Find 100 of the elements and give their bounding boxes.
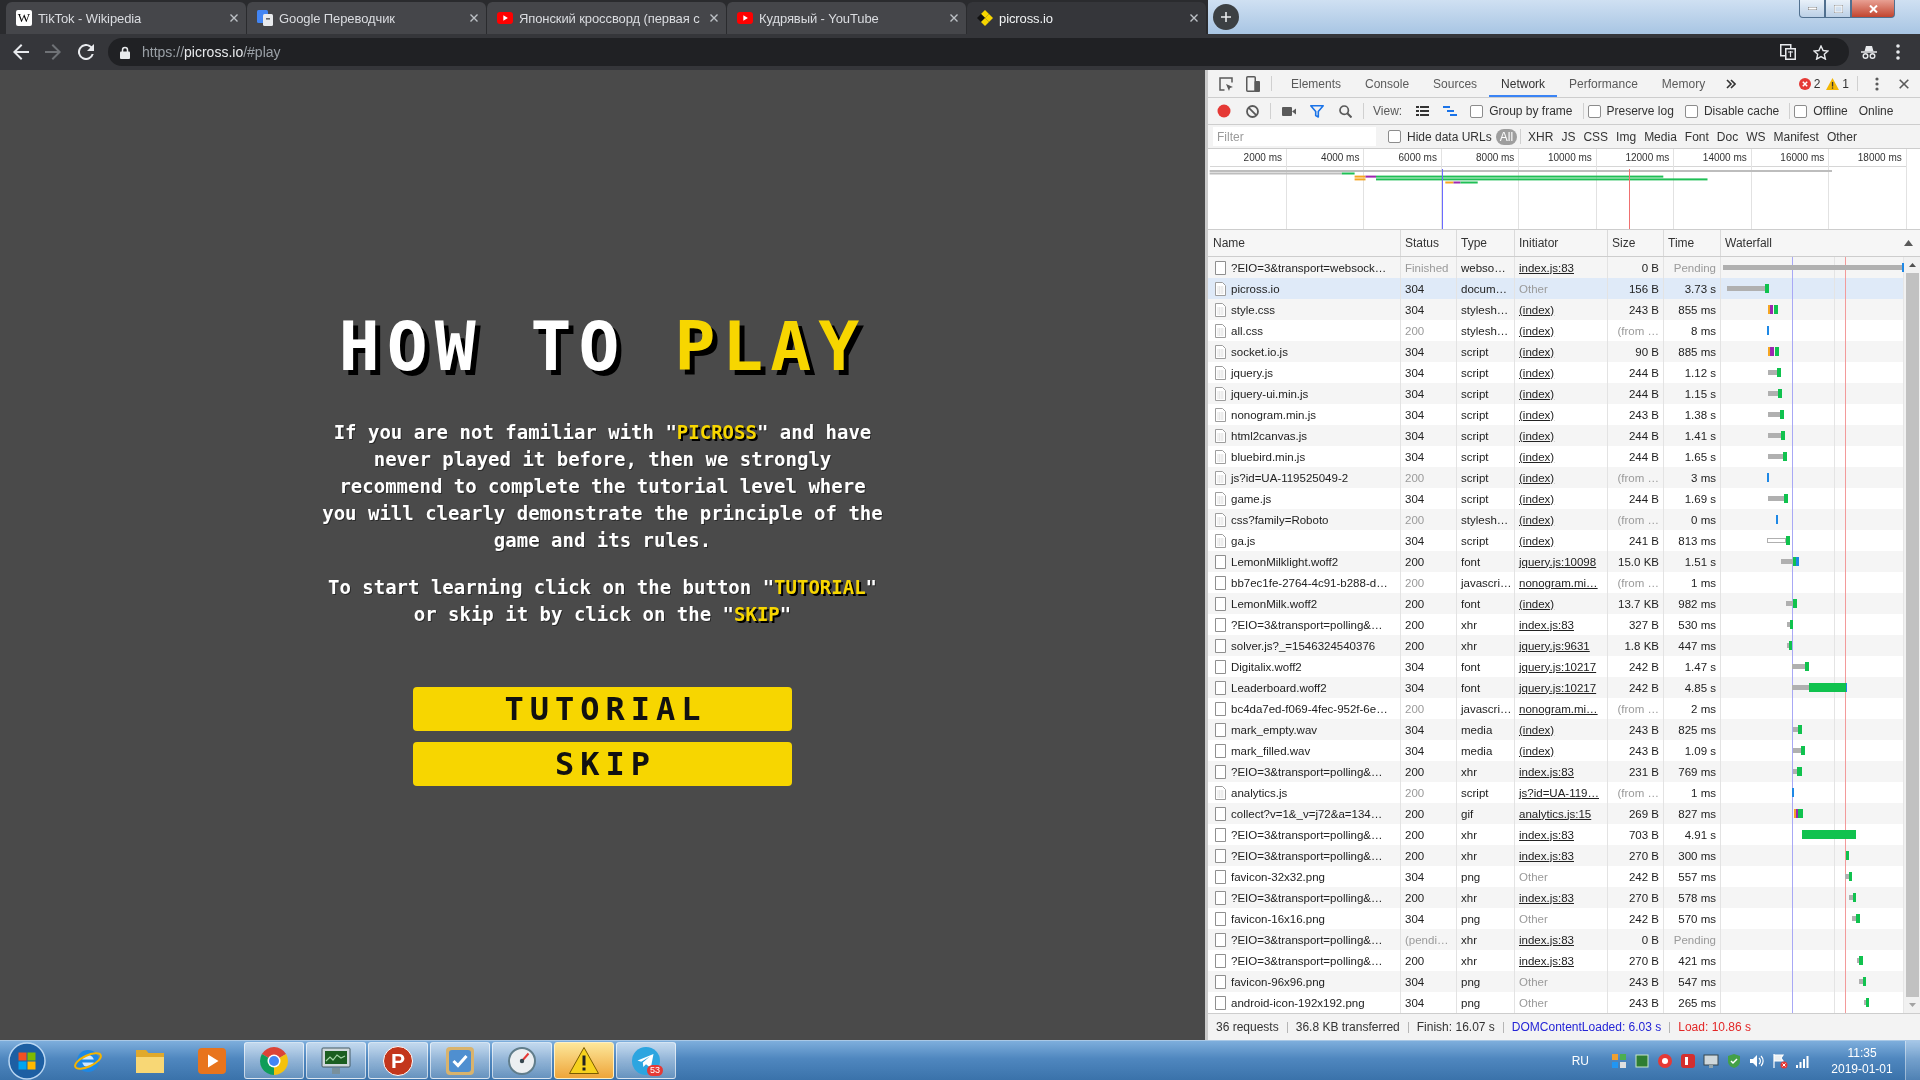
grid-icon[interactable] bbox=[1611, 1052, 1627, 1069]
column-header[interactable]: Size bbox=[1612, 236, 1636, 250]
skip-button[interactable]: SKIP bbox=[413, 742, 792, 786]
initiator-link[interactable]: (index) bbox=[1519, 345, 1555, 358]
file-name[interactable]: jquery-ui.min.js bbox=[1231, 387, 1309, 400]
initiator-link[interactable]: index.js:83 bbox=[1519, 618, 1574, 631]
file-name[interactable]: solver.js?_=1546324540376 bbox=[1231, 639, 1376, 652]
table-row[interactable]: picross.io 304 docum… Other 156 B 3.73 s bbox=[1208, 278, 1903, 299]
file-name[interactable]: analytics.js bbox=[1231, 786, 1288, 799]
record-icon[interactable] bbox=[1217, 104, 1231, 118]
initiator-link[interactable]: (index) bbox=[1519, 429, 1555, 442]
table-row[interactable]: LemonMilk.woff2 200 font (index) 13.7 KB 982 ms bbox=[1208, 593, 1903, 614]
filter-icon[interactable] bbox=[1310, 104, 1324, 118]
file-name[interactable]: mark_empty.wav bbox=[1231, 723, 1318, 736]
up-arrow-icon[interactable] bbox=[1908, 263, 1916, 267]
sort-arrow-icon[interactable] bbox=[1904, 240, 1913, 246]
type-filter[interactable]: Font bbox=[1680, 128, 1713, 145]
file-name[interactable]: collect?v=1&_v=j72&a=134… bbox=[1231, 807, 1383, 820]
file-name[interactable]: ?EIO=3&transport=websock… bbox=[1231, 261, 1387, 274]
close-icon[interactable] bbox=[230, 14, 238, 22]
devtools-tab[interactable]: Memory bbox=[1649, 70, 1718, 97]
throttling-dropdown[interactable]: Online bbox=[1858, 104, 1894, 118]
square-icon[interactable] bbox=[1634, 1052, 1650, 1069]
table-row[interactable]: Leaderboard.woff2 304 font jquery.js:10217 242 B 4.85 s bbox=[1208, 677, 1903, 698]
initiator-link[interactable]: (index) bbox=[1519, 471, 1555, 484]
monitor-icon[interactable] bbox=[1703, 1052, 1719, 1069]
file-name[interactable]: ?EIO=3&transport=polling&… bbox=[1231, 849, 1383, 862]
initiator-link[interactable]: nonogram.mi… bbox=[1519, 576, 1598, 589]
reload-icon[interactable] bbox=[78, 44, 94, 60]
filter-field[interactable]: Filter bbox=[1213, 127, 1376, 146]
initiator-link[interactable]: (index) bbox=[1519, 723, 1555, 736]
browser-tab[interactable]: Японский кроссворд (первая с bbox=[486, 2, 726, 34]
checkbox-label[interactable]: Group by frame bbox=[1489, 104, 1573, 118]
close-icon[interactable] bbox=[470, 14, 478, 22]
checkbox[interactable] bbox=[1388, 130, 1401, 143]
initiator-link[interactable]: (index) bbox=[1519, 513, 1555, 526]
close-icon[interactable] bbox=[1190, 14, 1198, 22]
shield-icon[interactable] bbox=[1726, 1052, 1742, 1069]
file-name[interactable]: android-icon-192x192.png bbox=[1231, 996, 1365, 1009]
close-icon[interactable] bbox=[710, 14, 718, 22]
initiator-link[interactable]: analytics.js:15 bbox=[1519, 807, 1592, 820]
table-row[interactable]: collect?v=1&_v=j72&a=134… 200 gif analytics.js:15 269 B 827 ms bbox=[1208, 803, 1903, 824]
initiator-link[interactable]: index.js:83 bbox=[1519, 765, 1574, 778]
tile-icon[interactable] bbox=[1680, 1052, 1696, 1069]
list-icon[interactable] bbox=[1415, 106, 1429, 116]
close-button[interactable] bbox=[1851, 0, 1895, 18]
close-icon[interactable] bbox=[1898, 78, 1909, 89]
translate-icon[interactable] bbox=[1780, 44, 1796, 60]
devtools-tab[interactable]: Performance bbox=[1557, 70, 1650, 97]
file-name[interactable]: picross.io bbox=[1231, 282, 1280, 295]
column-header[interactable]: Time bbox=[1668, 236, 1695, 250]
type-filter[interactable]: Media bbox=[1640, 128, 1681, 145]
devtools-tab[interactable]: Elements bbox=[1279, 70, 1354, 97]
initiator-link[interactable]: index.js:83 bbox=[1519, 261, 1574, 274]
checkbox-label[interactable]: Offline bbox=[1813, 104, 1848, 118]
table-row[interactable]: socket.io.js 304 script (index) 90 B 885 ms bbox=[1208, 341, 1903, 362]
checkbox[interactable] bbox=[1794, 104, 1808, 118]
checkbox[interactable] bbox=[1684, 104, 1698, 118]
column-header[interactable]: Name bbox=[1213, 236, 1245, 250]
file-name[interactable]: nonogram.min.js bbox=[1231, 408, 1316, 421]
file-name[interactable]: favicon-16x16.png bbox=[1231, 912, 1325, 925]
initiator-link[interactable]: index.js:83 bbox=[1519, 828, 1574, 841]
browser-tab[interactable]: picross.io bbox=[966, 2, 1206, 34]
initiator-link[interactable]: index.js:83 bbox=[1519, 849, 1574, 862]
maximize-button[interactable] bbox=[1825, 0, 1851, 18]
star-icon[interactable] bbox=[1813, 44, 1829, 60]
type-filter[interactable]: CSS bbox=[1579, 128, 1613, 145]
initiator-link[interactable]: (index) bbox=[1519, 387, 1555, 400]
tutorial-button[interactable]: TUTORIAL bbox=[413, 687, 792, 731]
scrollbar-thumb[interactable] bbox=[1905, 273, 1919, 997]
file-name[interactable]: Digitalix.woff2 bbox=[1231, 660, 1302, 673]
scrollbar[interactable] bbox=[1903, 257, 1920, 1013]
initiator-link[interactable]: jquery.js:10217 bbox=[1519, 660, 1597, 673]
back-arrow-icon[interactable] bbox=[13, 44, 29, 60]
initiator-link[interactable]: (index) bbox=[1519, 744, 1555, 757]
warning-counter[interactable]: 1 bbox=[1823, 70, 1852, 97]
file-name[interactable]: LemonMilk.woff2 bbox=[1231, 597, 1318, 610]
circle-slash-icon[interactable] bbox=[1245, 104, 1259, 118]
column-header[interactable]: Initiator bbox=[1519, 236, 1559, 250]
checkbox-label[interactable]: Disable cache bbox=[1703, 104, 1780, 118]
file-name[interactable]: css?family=Roboto bbox=[1231, 513, 1329, 526]
table-row[interactable]: ?EIO=3&transport=polling&… 200 xhr index.js:83 270 B 300 ms bbox=[1208, 845, 1903, 866]
table-row[interactable]: ?EIO=3&transport=websock… Finished webso… index.js:83 0 B Pending bbox=[1208, 257, 1903, 278]
file-name[interactable]: all.css bbox=[1231, 324, 1263, 337]
close-icon[interactable] bbox=[950, 14, 958, 22]
file-name[interactable]: ?EIO=3&transport=polling&… bbox=[1231, 765, 1383, 778]
file-name[interactable]: favicon-96x96.png bbox=[1231, 975, 1325, 988]
file-name[interactable]: bc4da7ed-f069-4fec-952f-6e… bbox=[1231, 702, 1388, 715]
browser-tab[interactable]: Google Переводчик bbox=[246, 2, 486, 34]
table-row[interactable]: jquery-ui.min.js 304 script (index) 244 B 1.15 s bbox=[1208, 383, 1903, 404]
initiator-link[interactable]: (index) bbox=[1519, 597, 1555, 610]
type-filter[interactable]: WS bbox=[1742, 128, 1770, 145]
initiator-link[interactable]: nonogram.mi… bbox=[1519, 702, 1598, 715]
file-name[interactable]: html2canvas.js bbox=[1231, 429, 1308, 442]
address-field[interactable]: https://picross.io/#play bbox=[108, 38, 1849, 66]
initiator-link[interactable]: index.js:83 bbox=[1519, 891, 1574, 904]
file-name[interactable]: favicon-32x32.png bbox=[1231, 870, 1325, 883]
table-row[interactable]: ?EIO=3&transport=polling&… 200 xhr index.js:83 231 B 769 ms bbox=[1208, 761, 1903, 782]
checkbox-label[interactable]: Preserve log bbox=[1606, 104, 1674, 118]
initiator-link[interactable]: (index) bbox=[1519, 366, 1555, 379]
